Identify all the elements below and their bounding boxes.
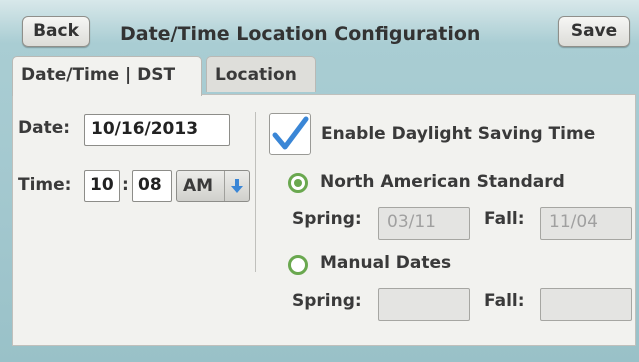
na-fall-label: Fall: [484,209,525,229]
manual-dates-label: Manual Dates [320,253,452,273]
radio-manual-dates[interactable] [288,255,308,275]
date-label: Date: [18,118,71,138]
arrow-down-icon[interactable] [224,171,249,201]
ampm-value: AM [183,176,214,196]
radio-na-standard[interactable] [288,173,308,193]
tab-datetime-dst[interactable]: Date/Time | DST [12,56,202,96]
section-divider [255,112,256,272]
time-separator: : [122,175,129,195]
back-button[interactable]: Back [22,16,90,47]
manual-fall-label: Fall: [484,291,525,311]
dst-enable-label: Enable Daylight Saving Time [321,124,596,144]
na-standard-label: North American Standard [320,172,565,192]
minute-field[interactable]: 08 [132,170,172,202]
dst-checkbox[interactable] [269,113,311,155]
checkmark-icon [272,116,309,150]
save-button[interactable]: Save [558,16,630,47]
page-title: Date/Time Location Configuration [120,23,481,45]
na-spring-label: Spring: [292,209,362,229]
tab-location[interactable]: Location [206,56,316,92]
na-spring-field[interactable]: 03/11 [378,207,470,240]
ampm-select[interactable]: AM [176,170,250,202]
config-window: Back Date/Time Location Configuration Sa… [0,0,639,362]
time-label: Time: [18,175,72,195]
date-field[interactable]: 10/16/2013 [84,114,230,146]
manual-fall-field[interactable] [540,288,632,321]
manual-spring-field[interactable] [378,288,470,321]
manual-spring-label: Spring: [292,291,362,311]
hour-field[interactable]: 10 [84,170,120,202]
na-fall-field[interactable]: 11/04 [540,207,632,240]
